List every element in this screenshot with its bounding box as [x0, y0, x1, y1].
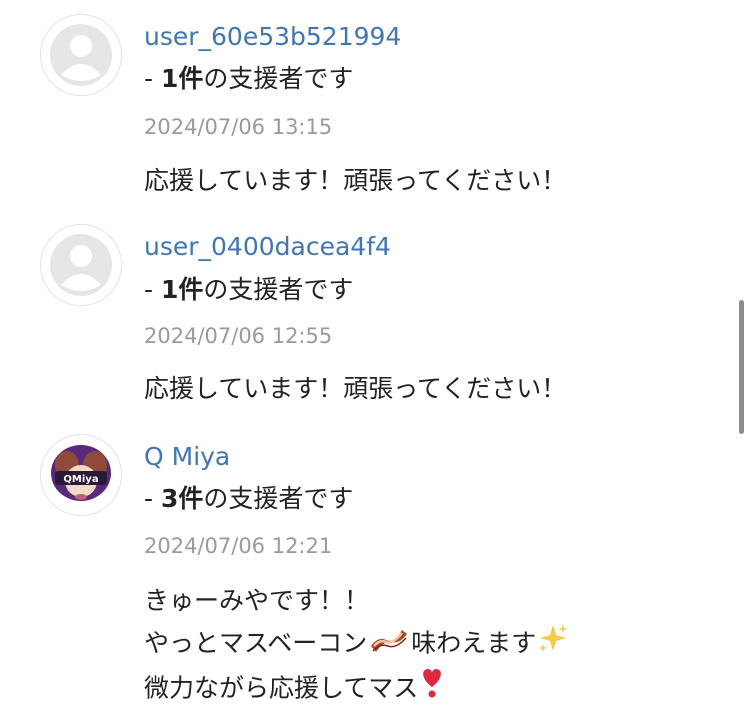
- supporter-suffix: の支援者です: [203, 484, 354, 513]
- sparkles-emoji: [537, 622, 569, 667]
- bacon-emoji: [368, 622, 410, 667]
- supporter-prefix: -: [144, 275, 161, 304]
- supporter-count: 1件: [160, 275, 204, 304]
- comment-message: 応援しています！頑張ってください！: [144, 368, 566, 410]
- svg-text:QMiya: QMiya: [63, 474, 98, 485]
- comment-message: きゅーみやです！！ やっとマスベーコン 味わえます 微力ながら応援してマス: [144, 580, 570, 712]
- message-line: 応援しています！頑張ってください！: [144, 166, 567, 195]
- commenter-username[interactable]: user_60e53b521994: [144, 22, 401, 52]
- comment-timestamp: 2024/07/06 12:21: [144, 534, 333, 558]
- scrollbar[interactable]: [739, 300, 744, 434]
- supporter-count: 1件: [160, 64, 204, 93]
- message-line: 応援しています！頑張ってください！: [144, 374, 567, 403]
- supporter-count-text: - 1件の支援者です: [144, 64, 353, 94]
- profile-avatar-image[interactable]: QMiya: [40, 434, 122, 516]
- supporter-count-text: - 3件の支援者です: [144, 484, 353, 514]
- message-line: やっとマスベーコン 味わえます: [144, 622, 570, 667]
- commenter-username[interactable]: Q Miya: [144, 442, 230, 472]
- supporter-suffix: の支援者です: [203, 275, 354, 304]
- supporter-suffix: の支援者です: [203, 64, 354, 93]
- comment-timestamp: 2024/07/06 12:55: [144, 324, 333, 348]
- supporter-prefix: -: [144, 484, 161, 513]
- comment-timestamp: 2024/07/06 13:15: [144, 115, 333, 139]
- message-text: 味わえます: [411, 628, 537, 658]
- message-text: やっとマスベーコン: [144, 628, 368, 658]
- message-line: きゅーみやです！！: [144, 586, 370, 615]
- default-avatar-icon[interactable]: [40, 224, 122, 306]
- commenter-username[interactable]: user_0400dacea4f4: [144, 232, 391, 262]
- default-avatar-icon[interactable]: [40, 14, 122, 96]
- message-line: 微力ながら応援してマス: [144, 667, 570, 712]
- heart-exclamation-emoji: [419, 667, 445, 712]
- supporter-prefix: -: [144, 64, 161, 93]
- supporter-count: 3件: [160, 484, 204, 513]
- comment-message: 応援しています！頑張ってください！: [144, 160, 566, 202]
- supporter-count-text: - 1件の支援者です: [144, 275, 353, 305]
- message-text: 微力ながら応援してマス: [144, 673, 419, 703]
